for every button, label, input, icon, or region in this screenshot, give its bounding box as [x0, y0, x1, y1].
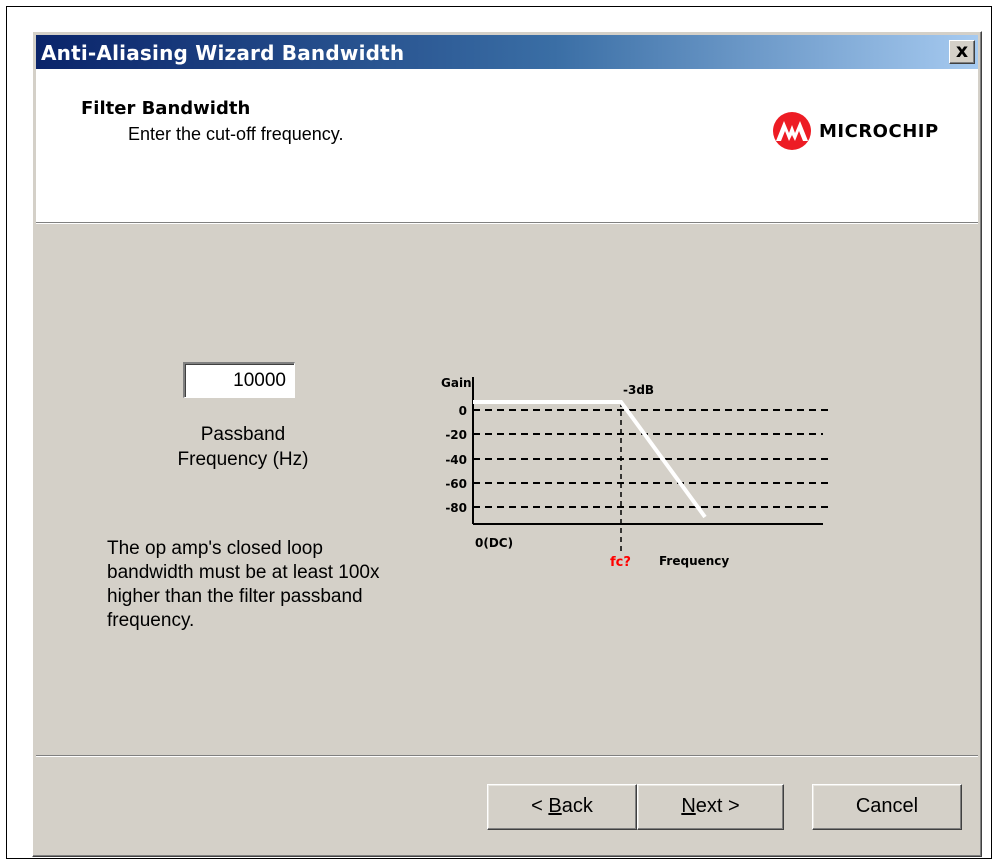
- next-button[interactable]: Next >: [637, 784, 784, 830]
- wizard-dialog: Anti-Aliasing Wizard Bandwidth x Filter …: [32, 31, 982, 857]
- filter-response-diagram: Gain -3dB 0 -20 -40 -60 -80 0(DC) fc? Fr…: [441, 376, 833, 570]
- y-axis-label: Gain: [441, 376, 472, 390]
- cutoff-label: -3dB: [623, 383, 654, 397]
- footer-divider-highlight: [36, 756, 978, 757]
- passband-label-line1: Passband: [200, 424, 286, 445]
- microchip-logo: MICROCHIP: [770, 109, 939, 153]
- back-accel: B: [548, 795, 562, 817]
- passband-frequency-label: Passband Frequency (Hz): [143, 422, 343, 472]
- cancel-button[interactable]: Cancel: [812, 784, 962, 830]
- microchip-logo-icon: [773, 112, 811, 150]
- gain-tick-20: -20: [445, 428, 467, 442]
- window-title: Anti-Aliasing Wizard Bandwidth: [41, 41, 405, 65]
- close-button[interactable]: x: [949, 40, 975, 64]
- back-rest: ack: [561, 795, 593, 817]
- bandwidth-note: The op amp's closed loop bandwidth must …: [107, 538, 380, 631]
- page-title: Filter Bandwidth: [81, 98, 251, 119]
- gain-tick-0: 0: [459, 404, 467, 418]
- wizard-header: Filter Bandwidth Enter the cut-off frequ…: [36, 69, 978, 223]
- gain-tick-80: -80: [445, 501, 467, 515]
- page-subtitle: Enter the cut-off frequency.: [128, 124, 344, 144]
- next-accel: N: [681, 795, 696, 817]
- passband-label-line2: Frequency (Hz): [177, 449, 309, 470]
- logo-text: MICROCHIP: [819, 120, 939, 142]
- x-axis-label: Frequency: [659, 554, 729, 568]
- next-rest: ext >: [695, 795, 740, 817]
- close-icon: x: [955, 40, 969, 62]
- back-button[interactable]: < Back: [487, 784, 637, 830]
- gain-tick-40: -40: [445, 453, 467, 467]
- origin-label: 0(DC): [475, 536, 513, 550]
- title-bar[interactable]: Anti-Aliasing Wizard Bandwidth x: [36, 35, 978, 69]
- gain-tick-60: -60: [445, 477, 467, 491]
- back-prefix: <: [531, 795, 549, 817]
- header-divider: [36, 223, 978, 224]
- fc-label: fc?: [610, 555, 631, 570]
- passband-frequency-input[interactable]: 10000: [183, 362, 295, 398]
